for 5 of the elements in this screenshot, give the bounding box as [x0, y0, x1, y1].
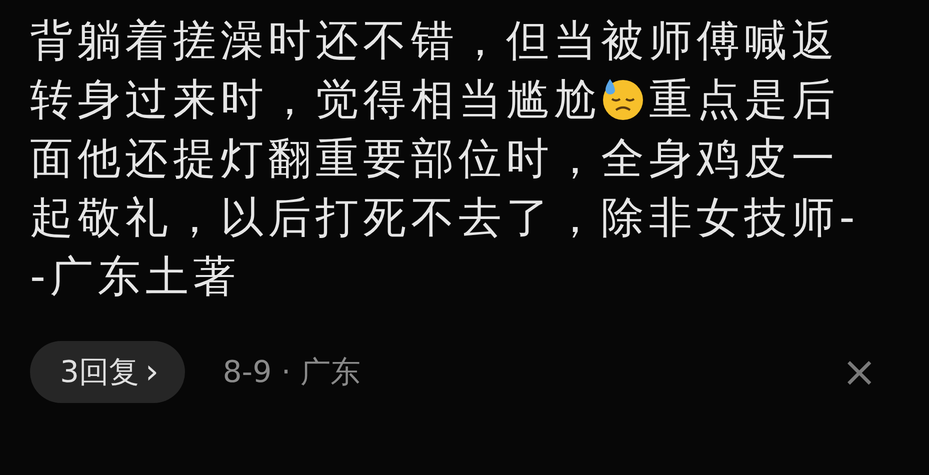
sweat-face-icon	[601, 77, 646, 121]
replies-button[interactable]: 3回复 ›	[30, 341, 185, 403]
date-location: 8-9 · 广东	[222, 354, 360, 392]
comment-text: 背躺着搓澡时还不错，但当被师傅喊返转身过来时，觉得相当尴尬 重点是后面他还提灯翻重要部位时，全身鸡皮一起敬礼，以后打死不去了，除非女技师--广东土著	[30, 15, 860, 304]
close-button[interactable]: ×	[842, 351, 877, 393]
